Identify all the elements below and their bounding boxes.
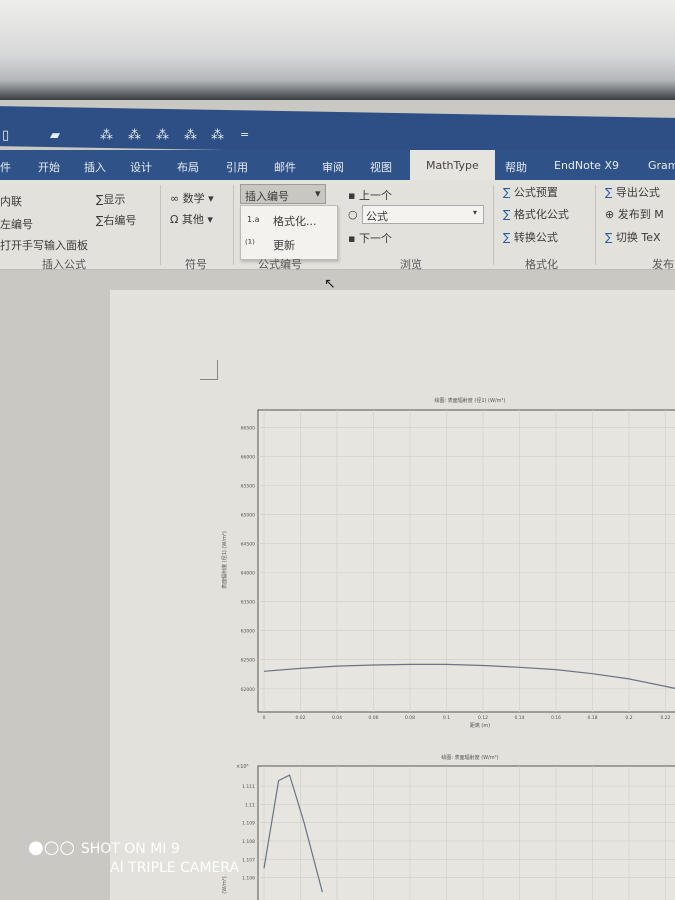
y-tick-label: 65500 [241,484,255,490]
y-tick-label: 1.111 [242,784,255,790]
y-tick-label: 62500 [241,658,255,664]
charts: 绘图: 表面辐射度 (径1) (W/m²) 距离 (m) 表面辐射度 (径1) … [221,397,675,900]
x-tick-label: 0 [263,715,266,721]
x-tick-label: 0.1 [443,715,450,721]
y-tick-label: 1.107 [242,857,255,863]
x-tick-label: 0.02 [295,715,305,721]
y-tick-label: 65000 [241,513,255,519]
y-tick-label: 63500 [241,600,255,606]
y-tick-label: 66500 [241,425,255,431]
y-tick-label: 64000 [241,571,255,577]
chart1-title: 绘图: 表面辐射度 (径1) (W/m²) [435,397,506,404]
x-tick-label: 0.06 [368,715,378,721]
mouse-cursor-icon: ↖ [324,276,336,292]
chart2-ylabel: (W/m²) [222,876,228,893]
y-tick-label: 1.108 [242,839,255,845]
y-tick-label: 63000 [241,629,255,635]
x-tick-label: 0.12 [478,715,488,721]
camera-watermark: ●○○ SHOT ON MI 9 AI TRIPLE CAMERA [28,838,239,878]
y-tick-label: 64500 [241,542,255,548]
y-tick-label: 62000 [241,687,255,693]
x-tick-label: 0.18 [587,715,597,721]
chart2-multiplier: ×10⁵ [236,764,249,770]
chart1-xlabel: 距离 (m) [470,722,490,729]
camera-lens-icon: ●○○ [28,837,81,858]
x-tick-label: 0.14 [514,715,524,721]
x-tick-label: 0.08 [405,715,415,721]
x-tick-label: 0.22 [660,715,670,721]
x-tick-label: 0.2 [625,715,632,721]
y-tick-label: 1.11 [245,802,255,808]
y-tick-label: 1.106 [242,876,255,882]
watermark-line2: AI TRIPLE CAMERA [110,860,240,876]
x-tick-label: 0.04 [332,715,342,721]
y-tick-label: 1.109 [242,821,255,827]
chart2-title: 绘图: 表面辐射度 (W/m²) [441,754,498,761]
watermark-line1: SHOT ON MI 9 [80,841,180,857]
x-tick-label: 0.16 [551,715,561,721]
chart1-ylabel: 表面辐射度 (径1) (W/m²) [221,531,228,589]
y-tick-label: 66000 [241,454,255,460]
